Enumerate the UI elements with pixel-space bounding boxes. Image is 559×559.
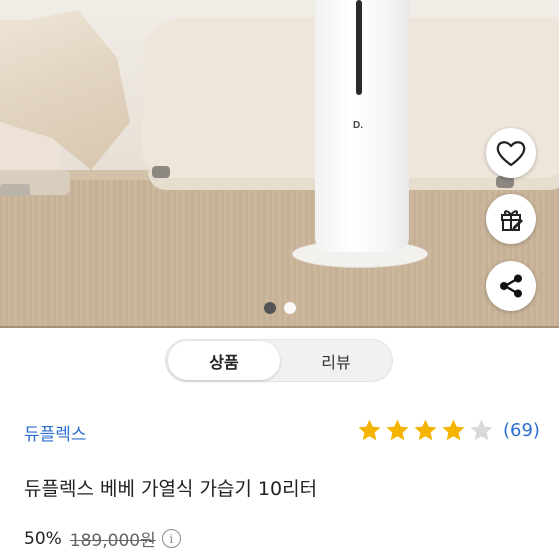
star-filled-icon — [386, 419, 409, 441]
photo-humidifier-logo: D. — [353, 120, 363, 131]
rating-summary[interactable]: (69) — [357, 418, 540, 443]
image-bottom-edge — [0, 326, 559, 328]
price-row: 50% 189,000원 i — [24, 526, 181, 551]
brand-link[interactable]: 듀플렉스 — [24, 420, 87, 445]
wishlist-button[interactable] — [486, 128, 536, 178]
star-filled-icon — [358, 419, 381, 441]
gift-button[interactable] — [486, 194, 536, 244]
share-button[interactable] — [486, 261, 536, 311]
carousel-pagination — [0, 300, 559, 316]
heart-icon — [496, 141, 526, 167]
photo-ottoman-foot — [152, 166, 170, 178]
photo-sofa-left-leg — [0, 184, 30, 196]
review-count: (69) — [503, 420, 540, 441]
tab-product[interactable]: 상품 — [168, 341, 280, 380]
share-icon — [500, 274, 522, 298]
star-empty-icon — [470, 419, 493, 441]
product-title: 듀플렉스 베베 가열식 가습기 10리터 — [24, 478, 318, 500]
info-icon[interactable]: i — [161, 529, 181, 548]
carousel-dot[interactable] — [283, 302, 296, 314]
carousel-dot-active[interactable] — [263, 302, 276, 314]
star-filled-icon — [442, 419, 465, 441]
discount-rate: 50% — [24, 528, 62, 549]
product-image-carousel[interactable]: D. — [0, 0, 559, 326]
star-filled-icon — [414, 419, 437, 441]
photo-humidifier-window — [356, 0, 362, 95]
gift-icon — [501, 210, 523, 231]
tab-reviews[interactable]: 리뷰 — [280, 340, 392, 381]
original-price: 189,000원 — [69, 531, 156, 551]
detail-tabs: 상품 리뷰 — [165, 339, 393, 382]
